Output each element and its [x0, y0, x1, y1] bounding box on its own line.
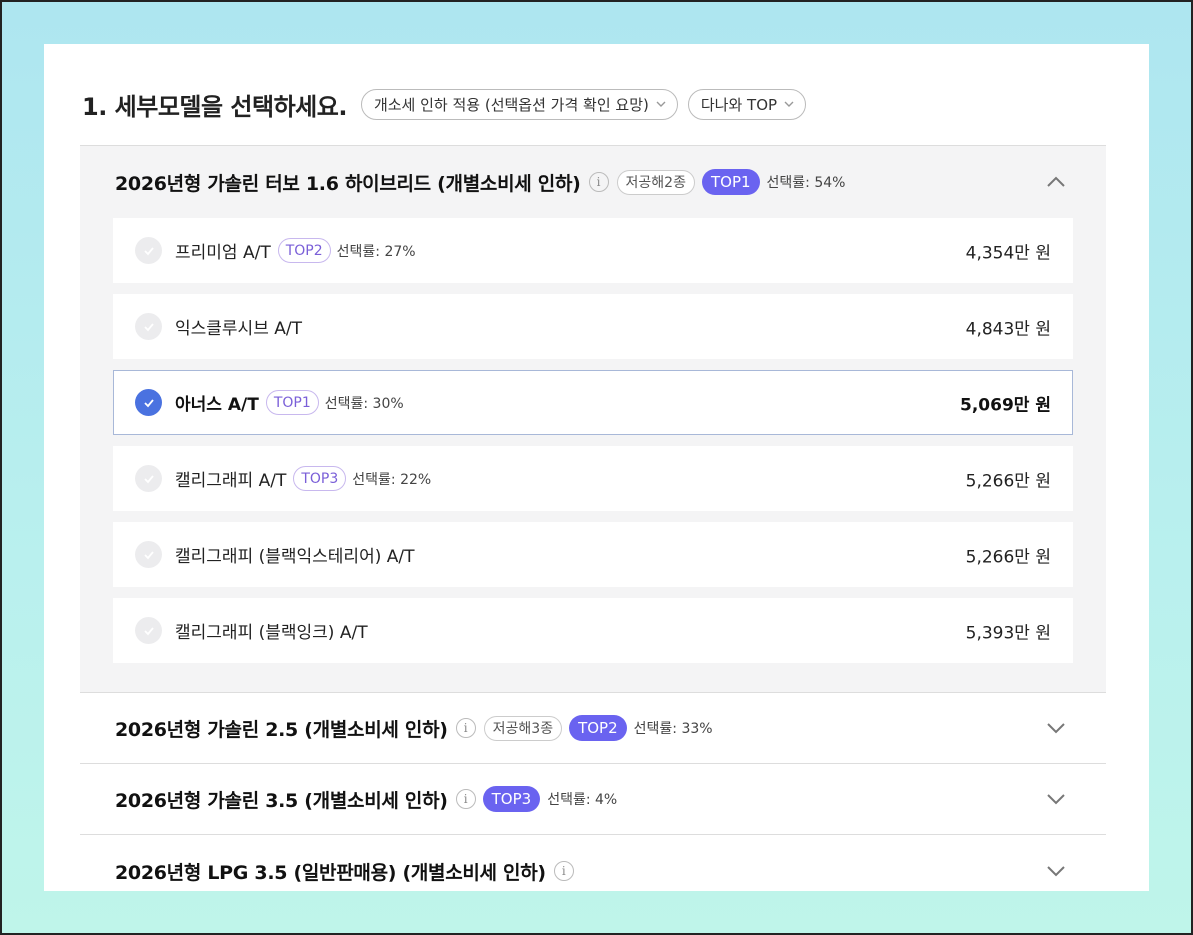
model-accordion: 2026년형 가솔린 터보 1.6 하이브리드 (개별소비세 인하) i 저공해…	[80, 145, 1106, 891]
trim-name: 프리미엄 A/T	[175, 243, 271, 263]
trim-list: 프리미엄 A/T TOP2 선택률: 27% 4,354만 원 익스클루시브 A…	[80, 218, 1106, 692]
trim-option[interactable]: 익스클루시브 A/T 4,843만 원	[113, 294, 1073, 359]
trim-name: 익스클루시브 A/T	[175, 319, 302, 339]
trim-name: 아너스 A/T	[175, 395, 259, 415]
emission-tag: 저공해3종	[483, 715, 563, 741]
model-group: 2026년형 가솔린 3.5 (개별소비세 인하) i TOP3 선택률: 4%	[80, 763, 1106, 834]
trim-price: 4,843만 원	[965, 319, 1051, 339]
info-icon[interactable]: i	[455, 718, 476, 738]
trim-name: 캘리그래피 (블랙잉크) A/T	[175, 623, 368, 643]
model-group: 2026년형 가솔린 2.5 (개별소비세 인하) i 저공해3종 TOP2 선…	[80, 692, 1106, 763]
check-icon	[135, 465, 162, 492]
tax-filter-dropdown[interactable]: 개소세 인하 적용 (선택옵션 가격 확인 요망)	[360, 88, 678, 120]
model-group-title: 2026년형 가솔린 터보 1.6 하이브리드 (개별소비세 인하)	[115, 172, 581, 195]
check-icon	[135, 313, 162, 340]
trim-selection-rate: 선택률: 30%	[324, 395, 404, 412]
trim-option[interactable]: 캘리그래피 (블랙잉크) A/T 5,393만 원	[113, 598, 1073, 663]
trim-price: 4,354만 원	[965, 243, 1051, 263]
model-group-header[interactable]: 2026년형 가솔린 터보 1.6 하이브리드 (개별소비세 인하) i 저공해…	[80, 146, 1106, 218]
trim-selection-rate: 선택률: 27%	[336, 243, 416, 260]
sort-dropdown[interactable]: 다나와 TOP	[687, 88, 807, 120]
model-group: 2026년형 가솔린 터보 1.6 하이브리드 (개별소비세 인하) i 저공해…	[80, 145, 1106, 692]
trim-selection-rate: 선택률: 22%	[352, 471, 432, 488]
section-header: 1. 세부모델을 선택하세요. 개소세 인하 적용 (선택옵션 가격 확인 요망…	[82, 88, 807, 121]
trim-option[interactable]: 프리미엄 A/T TOP2 선택률: 27% 4,354만 원	[113, 218, 1073, 283]
sort-label: 다나와 TOP	[700, 95, 778, 114]
model-group: 2026년형 LPG 3.5 (일반판매용) (개별소비세 인하) i	[80, 834, 1106, 891]
check-icon	[135, 541, 162, 568]
check-icon	[135, 389, 162, 416]
model-group-header[interactable]: 2026년형 가솔린 2.5 (개별소비세 인하) i 저공해3종 TOP2 선…	[80, 693, 1106, 763]
model-selection-card: 1. 세부모델을 선택하세요. 개소세 인하 적용 (선택옵션 가격 확인 요망…	[44, 44, 1149, 891]
model-group-title: 2026년형 LPG 3.5 (일반판매용) (개별소비세 인하)	[115, 861, 546, 884]
chevron-down-icon[interactable]	[1044, 787, 1068, 811]
chevron-up-icon[interactable]	[1044, 170, 1068, 194]
trim-top-badge: TOP1	[265, 390, 319, 415]
info-icon[interactable]: i	[588, 172, 609, 192]
trim-top-badge: TOP2	[277, 238, 331, 263]
trim-price: 5,069만 원	[960, 395, 1051, 415]
page-title: 1. 세부모델을 선택하세요.	[82, 92, 347, 121]
selection-rate: 선택률: 33%	[633, 721, 713, 737]
chevron-down-icon	[783, 98, 795, 110]
top-rank-badge: TOP3	[482, 786, 541, 812]
trim-top-badge: TOP3	[293, 466, 347, 491]
selection-rate: 선택률: 54%	[766, 175, 846, 191]
trim-name: 캘리그래피 A/T	[175, 471, 287, 491]
model-group-title: 2026년형 가솔린 2.5 (개별소비세 인하)	[115, 718, 448, 741]
trim-price: 5,266만 원	[965, 471, 1051, 491]
trim-option[interactable]: 캘리그래피 A/T TOP3 선택률: 22% 5,266만 원	[113, 446, 1073, 511]
top-rank-badge: TOP1	[701, 169, 760, 195]
trim-price: 5,393만 원	[965, 623, 1051, 643]
trim-option-selected[interactable]: 아너스 A/T TOP1 선택률: 30% 5,069만 원	[113, 370, 1073, 435]
check-icon	[135, 237, 162, 264]
selection-rate: 선택률: 4%	[547, 792, 618, 808]
emission-tag: 저공해2종	[616, 169, 695, 195]
trim-price: 5,266만 원	[965, 547, 1051, 567]
trim-option[interactable]: 캘리그래피 (블랙익스테리어) A/T 5,266만 원	[113, 522, 1073, 587]
model-group-title: 2026년형 가솔린 3.5 (개별소비세 인하)	[115, 789, 448, 812]
tax-filter-label: 개소세 인하 적용 (선택옵션 가격 확인 요망)	[373, 95, 649, 114]
chevron-down-icon	[655, 98, 667, 110]
info-icon[interactable]: i	[553, 861, 574, 881]
model-group-header[interactable]: 2026년형 가솔린 3.5 (개별소비세 인하) i TOP3 선택률: 4%	[80, 764, 1106, 834]
chevron-down-icon[interactable]	[1044, 859, 1068, 883]
model-group-header[interactable]: 2026년형 LPG 3.5 (일반판매용) (개별소비세 인하) i	[80, 835, 1106, 891]
check-icon	[135, 617, 162, 644]
chevron-down-icon[interactable]	[1044, 716, 1068, 740]
info-icon[interactable]: i	[455, 789, 476, 809]
top-rank-badge: TOP2	[569, 715, 627, 741]
trim-name: 캘리그래피 (블랙익스테리어) A/T	[175, 547, 415, 567]
